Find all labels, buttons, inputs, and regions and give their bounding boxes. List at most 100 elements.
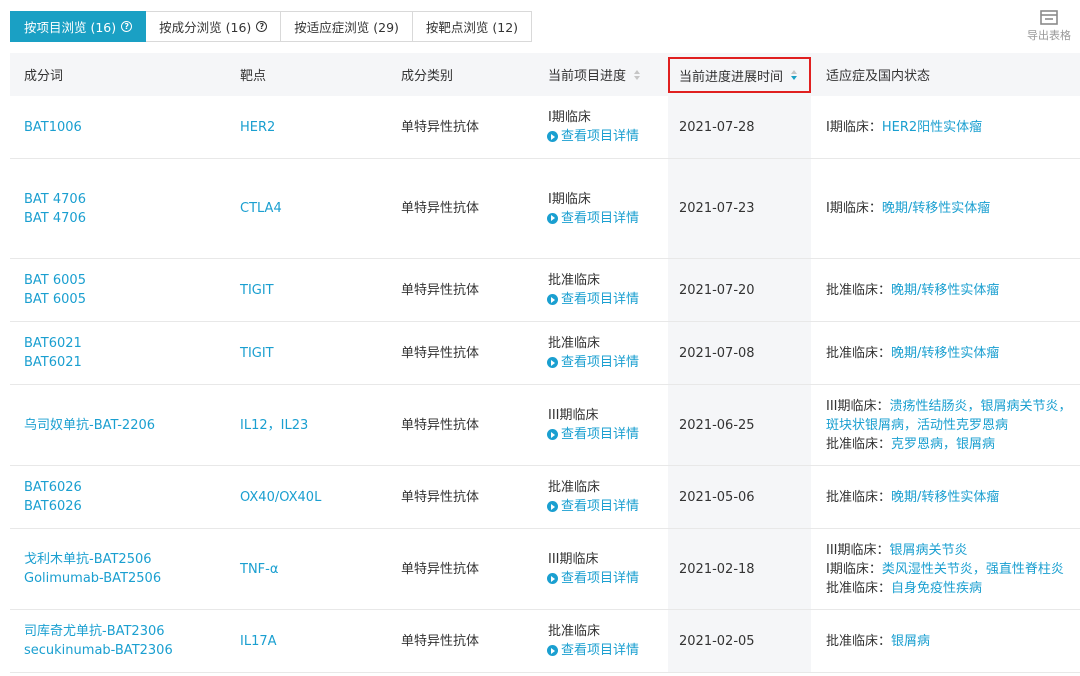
cell-target: IL12，IL23 [225, 385, 387, 465]
arrow-right-circle-icon [547, 501, 558, 512]
indication-line: 批准临床：晚期/转移性实体瘤 [826, 281, 1080, 300]
header-ingredient: 成分词 [24, 69, 64, 84]
tab-by-indication[interactable]: 按适应症浏览 (29) [281, 11, 413, 42]
arrow-right-circle-icon [547, 645, 558, 656]
ingredient-link[interactable]: BAT 4706 [24, 209, 225, 228]
indication-stage: III期临床： [826, 398, 890, 414]
ingredient-link[interactable]: 乌司奴单抗-BAT-2206 [24, 416, 225, 435]
view-detail-link[interactable]: 查看项目详情 [547, 209, 668, 228]
ingredient-link[interactable]: secukinumab-BAT2306 [24, 641, 225, 660]
indication-line: III期临床：银屑病关节炎 [826, 541, 1080, 560]
tab-by-target[interactable]: 按靶点浏览 (12) [412, 11, 533, 42]
cell-ingredient: BAT6026 BAT6026 [10, 466, 225, 528]
help-icon[interactable]: ? [121, 21, 133, 32]
cell-target: TIGIT [225, 259, 387, 321]
target-link[interactable]: HER2 [240, 118, 387, 137]
indication-line: I期临床：晚期/转移性实体瘤 [826, 199, 1080, 218]
view-detail-link[interactable]: 查看项目详情 [547, 425, 668, 444]
help-icon[interactable]: ? [256, 21, 268, 32]
tab-by-ingredient[interactable]: 按成分浏览 (16) ? [146, 11, 282, 42]
ingredient-link[interactable]: 戈利木单抗-BAT2506 [24, 550, 225, 569]
cell-indication: 批准临床：晚期/转移性实体瘤 [811, 259, 1080, 321]
cell-target: TNF-α [225, 529, 387, 609]
indication-stage: III期临床： [826, 542, 890, 558]
cell-progress-date: 2021-06-25 [668, 385, 811, 465]
indication-line: I期临床：类风湿性关节炎，强直性脊柱炎 [826, 560, 1080, 579]
cell-category: 单特异性抗体 [401, 633, 480, 649]
progress-text: 批准临床 [548, 480, 601, 495]
indication-link[interactable]: 自身免疫性疾病 [891, 581, 982, 596]
cell-category: 单特异性抗体 [401, 119, 480, 135]
view-detail-link[interactable]: 查看项目详情 [547, 127, 668, 146]
indication-link[interactable]: 晚期/转移性实体瘤 [891, 283, 999, 298]
indication-link[interactable]: 溃疡性结肠炎，银屑病关节炎， [890, 399, 1072, 414]
target-link[interactable]: OX40/OX40L [240, 488, 387, 507]
indication-link[interactable]: 晚期/转移性实体瘤 [882, 201, 990, 216]
ingredient-link[interactable]: BAT6026 [24, 478, 225, 497]
indication-link[interactable]: 银屑病关节炎 [890, 543, 968, 558]
view-detail-label: 查看项目详情 [561, 292, 640, 307]
ingredient-link[interactable]: BAT 6005 [24, 271, 225, 290]
ingredient-link[interactable]: BAT 4706 [24, 190, 225, 209]
indication-link[interactable]: 斑块状银屑病，活动性克罗恩病 [826, 418, 1008, 433]
cell-category: 单特异性抗体 [401, 201, 480, 216]
indication-link[interactable]: 银屑病 [891, 634, 930, 649]
ingredient-link[interactable]: BAT 6005 [24, 290, 225, 309]
cell-progress-date: 2021-07-28 [668, 96, 811, 158]
cell-progress-date: 2021-02-18 [668, 529, 811, 609]
cell-progress-date: 2021-05-06 [668, 466, 811, 528]
indication-link[interactable]: HER2阳性实体瘤 [882, 120, 982, 135]
cell-progress: 批准临床 查看项目详情 [533, 322, 668, 384]
ingredient-link[interactable]: BAT1006 [24, 118, 225, 137]
cell-indication: I期临床：HER2阳性实体瘤 [811, 96, 1080, 158]
view-detail-link[interactable]: 查看项目详情 [547, 290, 668, 309]
header-category: 成分类别 [401, 69, 454, 84]
export-table-button[interactable]: 导出表格 [1024, 10, 1074, 43]
ingredient-link[interactable]: BAT6021 [24, 353, 225, 372]
tab-by-project[interactable]: 按项目浏览 (16) ? [10, 11, 147, 42]
indication-line: 批准临床：自身免疫性疾病 [826, 579, 1080, 598]
arrow-right-circle-icon [547, 212, 558, 224]
cell-progress: 批准临床 查看项目详情 [533, 259, 668, 321]
target-link[interactable]: TNF-α [240, 560, 387, 579]
table-row: 戈利木单抗-BAT2506 Golimumab-BAT2506 TNF-α 单特异性抗… [10, 529, 1080, 610]
cell-category: 单特异性抗体 [401, 417, 480, 433]
indication-link[interactable]: 克罗恩病，银屑病 [891, 437, 995, 452]
view-detail-link[interactable]: 查看项目详情 [547, 353, 668, 372]
view-detail-link[interactable]: 查看项目详情 [547, 641, 668, 660]
cell-category: 单特异性抗体 [401, 282, 480, 298]
view-detail-label: 查看项目详情 [561, 643, 640, 658]
view-detail-link[interactable]: 查看项目详情 [547, 497, 668, 516]
cell-target: IL17A [225, 610, 387, 672]
ingredient-link[interactable]: Golimumab-BAT2506 [24, 569, 225, 588]
indication-link[interactable]: 晚期/转移性实体瘤 [891, 346, 999, 361]
progress-text: 批准临床 [548, 624, 601, 639]
indication-link[interactable]: 晚期/转移性实体瘤 [891, 490, 999, 505]
ingredient-link[interactable]: 司库奇尤单抗-BAT2306 [24, 622, 225, 641]
view-detail-link[interactable]: 查看项目详情 [547, 569, 668, 588]
indication-link[interactable]: 类风湿性关节炎，强直性脊柱炎 [882, 562, 1064, 577]
header-progress[interactable]: 当前项目进度 [533, 53, 668, 96]
tab-label: 按靶点浏览 (12) [425, 20, 519, 35]
header-progress-time[interactable]: 当前进度进展时间 [668, 57, 811, 93]
target-link[interactable]: IL12，IL23 [240, 416, 387, 435]
target-link[interactable]: TIGIT [240, 281, 387, 300]
indication-line: 批准临床：克罗恩病，银屑病 [826, 435, 1080, 454]
arrow-right-circle-icon [547, 294, 558, 305]
arrow-right-circle-icon [547, 357, 558, 368]
sort-desc-icon[interactable] [791, 70, 798, 80]
indication-line: 批准临床：晚期/转移性实体瘤 [826, 344, 1080, 363]
cell-ingredient: 戈利木单抗-BAT2506 Golimumab-BAT2506 [10, 529, 225, 609]
target-link[interactable]: TIGIT [240, 344, 387, 363]
target-link[interactable]: IL17A [240, 632, 387, 651]
ingredient-link[interactable]: BAT6026 [24, 497, 225, 516]
cell-indication: 批准临床：晚期/转移性实体瘤 [811, 322, 1080, 384]
cell-ingredient: 司库奇尤单抗-BAT2306 secukinumab-BAT2306 [10, 610, 225, 672]
cell-progress: III期临床 查看项目详情 [533, 529, 668, 609]
ingredient-link[interactable]: BAT6021 [24, 334, 225, 353]
sort-icon[interactable] [634, 69, 641, 80]
table-row: 乌司奴单抗-BAT-2206 IL12，IL23 单特异性抗体 III期临床 查看项目详… [10, 385, 1080, 466]
target-link[interactable]: CTLA4 [240, 199, 387, 218]
table-export-icon [1040, 10, 1058, 25]
cell-progress-date: 2021-07-23 [668, 159, 811, 258]
